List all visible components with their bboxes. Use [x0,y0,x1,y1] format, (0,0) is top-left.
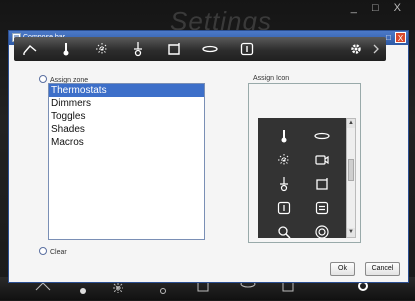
shade-icon[interactable] [166,41,182,57]
dimmer-icon[interactable] [130,41,146,57]
zone-item-dimmers[interactable]: Dimmers [49,97,204,110]
chevron-right-icon[interactable] [368,41,384,57]
light-icon[interactable] [276,152,292,168]
background-window-controls[interactable]: _ □ X [351,2,407,14]
scroll-down-icon[interactable]: ▼ [347,228,355,237]
list-icon[interactable] [314,200,330,216]
shade-icon[interactable] [314,176,330,192]
clear-label: Clear [50,249,67,256]
settings-icon[interactable] [348,41,364,57]
camera-icon[interactable] [314,152,330,168]
ok-button[interactable]: Ok [330,262,355,276]
target-icon[interactable] [314,224,330,238]
scroll-thumb[interactable] [348,159,354,181]
icon-grid-scrollbar[interactable]: ▲ ▼ [346,118,356,238]
oval-icon[interactable] [202,41,218,57]
scroll-up-icon[interactable]: ▲ [347,119,355,128]
icon-grid [258,118,347,238]
close-button[interactable]: X [395,32,406,43]
toggle-icon[interactable] [276,200,292,216]
zone-item-thermostats[interactable]: Thermostats [49,84,204,97]
oval-icon[interactable] [314,128,330,144]
light-icon[interactable] [94,41,110,57]
zone-item-shades[interactable]: Shades [49,123,204,136]
dimmer-icon[interactable] [276,176,292,192]
toggle-icon[interactable] [239,41,255,57]
radio-circle-icon[interactable] [39,75,47,83]
thermometer-icon[interactable] [276,128,292,144]
home-icon[interactable] [22,41,38,57]
zone-item-toggles[interactable]: Toggles [49,110,204,123]
assign-icon-label: Assign Icon [253,75,290,82]
search-icon[interactable] [276,224,292,238]
zone-item-macros[interactable]: Macros [49,136,204,149]
cancel-button[interactable]: Cancel [365,262,400,276]
icon-toolbar [14,37,386,61]
clear-radio[interactable]: Clear [39,247,67,256]
thermometer-icon[interactable] [58,41,74,57]
zone-list[interactable]: Thermostats Dimmers Toggles Shades Macro… [48,83,205,240]
radio-circle-icon[interactable] [39,247,47,255]
